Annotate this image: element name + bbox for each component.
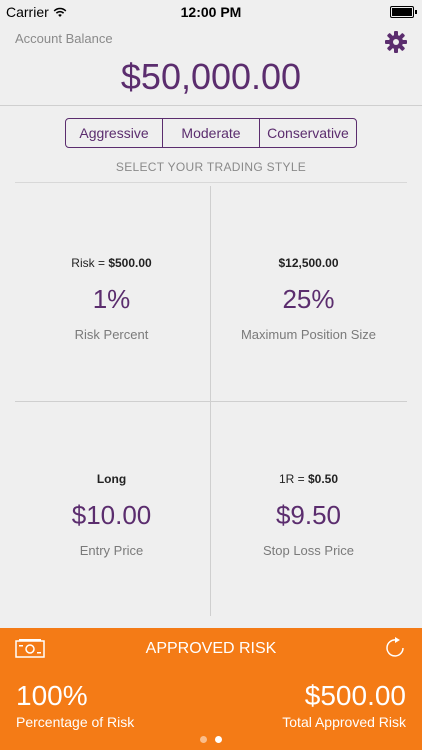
- grid-divider-horizontal: [15, 401, 407, 402]
- status-time: 12:00 PM: [180, 4, 242, 20]
- trading-style-caption: SELECT YOUR TRADING STYLE: [115, 160, 307, 174]
- max-position-cell[interactable]: $12,500.00 25% Maximum Position Size: [203, 256, 414, 342]
- entry-price-label: Entry Price: [79, 543, 144, 558]
- style-option-moderate[interactable]: Moderate: [163, 119, 260, 147]
- r-unit-prefix: 1R =: [278, 472, 308, 486]
- account-balance-value: $50,000.00: [120, 56, 302, 97]
- entry-price-value: $10.00: [71, 500, 152, 530]
- trading-style-segmented-control: Aggressive Moderate Conservative: [65, 118, 357, 148]
- style-option-conservative[interactable]: Conservative: [260, 119, 356, 147]
- style-option-aggressive[interactable]: Aggressive: [66, 119, 163, 147]
- r-unit-value: $0.50: [307, 472, 339, 486]
- gear-icon[interactable]: [384, 30, 408, 54]
- page-indicator[interactable]: [0, 736, 422, 743]
- page-dot[interactable]: [200, 736, 207, 743]
- risk-percent-label: Risk Percent: [74, 327, 149, 342]
- account-balance-label: Account Balance: [15, 31, 113, 46]
- max-position-label: Maximum Position Size: [240, 327, 377, 342]
- stop-loss-value: $9.50: [275, 500, 342, 530]
- total-approved-risk-label: Total Approved Risk: [282, 714, 406, 730]
- percentage-of-risk-label: Percentage of Risk: [16, 714, 135, 730]
- total-approved-risk-value: $500.00: [304, 680, 406, 711]
- risk-amount-value: $500.00: [108, 256, 152, 270]
- status-bar: Carrier 12:00 PM: [0, 0, 422, 24]
- risk-amount-prefix: Risk =: [71, 256, 109, 270]
- percentage-of-risk-value: 100%: [16, 680, 88, 711]
- max-position-value: 25%: [282, 284, 335, 314]
- stop-loss-cell[interactable]: 1R = $0.50 $9.50 Stop Loss Price: [203, 472, 414, 558]
- position-direction: Long: [96, 472, 127, 486]
- max-position-amount: $12,500.00: [278, 256, 339, 270]
- entry-price-cell[interactable]: Long $10.00 Entry Price: [6, 472, 217, 558]
- divider: [0, 105, 422, 106]
- stop-loss-label: Stop Loss Price: [262, 543, 355, 558]
- risk-percent-cell[interactable]: Risk = $500.00 1% Risk Percent: [6, 256, 217, 342]
- divider: [15, 182, 407, 183]
- approved-risk-title: APPROVED RISK: [145, 640, 277, 657]
- battery-icon: [390, 6, 417, 18]
- page-dot[interactable]: [215, 736, 222, 743]
- refresh-icon[interactable]: [384, 636, 408, 660]
- approved-risk-panel: APPROVED RISK 100% Percentage of Risk $5…: [0, 628, 422, 750]
- risk-percent-value: 1%: [92, 284, 131, 314]
